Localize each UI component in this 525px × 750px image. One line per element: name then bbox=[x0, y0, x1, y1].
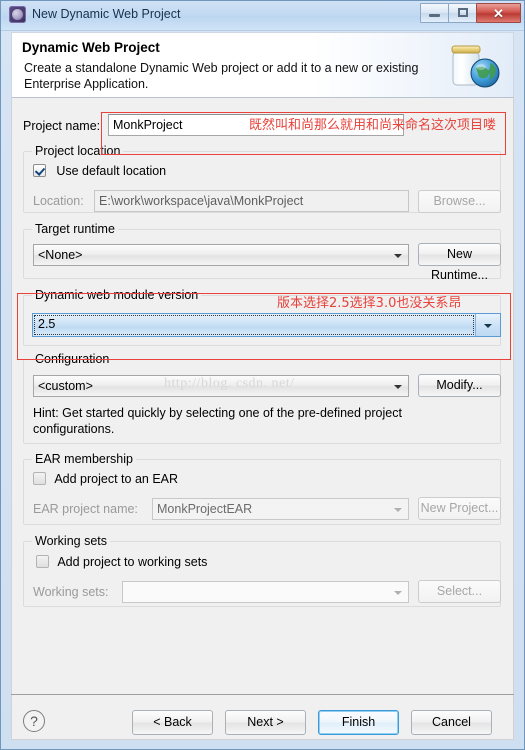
working-sets-label: Working sets: bbox=[33, 585, 109, 599]
watermark-text: http://blog. csdn. net/ bbox=[164, 376, 295, 391]
chevron-down-icon bbox=[394, 254, 402, 258]
working-sets-group-label: Working sets bbox=[32, 534, 111, 548]
checkbox-icon bbox=[33, 164, 46, 177]
wizard-body: Project name: Project location Use defau… bbox=[11, 98, 514, 706]
add-project-to-ear-label: Add project to an EAR bbox=[54, 472, 179, 486]
project-wizard-icon bbox=[9, 6, 26, 23]
page-description: Create a standalone Dynamic Web project … bbox=[24, 61, 419, 91]
checkbox-icon bbox=[33, 472, 46, 485]
maximize-button[interactable] bbox=[448, 3, 477, 23]
project-location-group-label: Project location bbox=[32, 144, 124, 158]
help-button[interactable]: ? bbox=[23, 710, 45, 732]
page-title: Dynamic Web Project bbox=[22, 40, 160, 55]
annotation-text-project-name: 既然叫和尚那么就用和尚来命名这次项目喽 bbox=[249, 118, 497, 133]
checkbox-icon bbox=[36, 555, 49, 568]
ear-project-name-value: MonkProjectEAR bbox=[157, 502, 253, 516]
close-icon: ✕ bbox=[493, 6, 504, 21]
add-project-to-working-sets-label: Add project to working sets bbox=[57, 555, 208, 569]
cancel-button[interactable]: Cancel bbox=[411, 710, 492, 735]
use-default-location-label: Use default location bbox=[56, 164, 167, 178]
wizard-header: Dynamic Web Project Create a standalone … bbox=[11, 32, 514, 98]
focus-ring bbox=[34, 315, 474, 335]
minimize-button[interactable] bbox=[420, 3, 449, 23]
target-runtime-group-label: Target runtime bbox=[32, 222, 118, 236]
module-version-group-label: Dynamic web module version bbox=[32, 288, 202, 302]
module-version-combo[interactable]: 2.5 bbox=[32, 313, 501, 337]
target-runtime-combo[interactable]: <None> bbox=[33, 244, 409, 266]
configuration-value: <custom> bbox=[38, 379, 93, 393]
chevron-down-icon bbox=[394, 591, 402, 595]
add-project-to-working-sets-checkbox[interactable]: Add project to working sets bbox=[36, 555, 207, 569]
select-button[interactable]: Select... bbox=[418, 580, 501, 603]
annotation-text-module-version: 版本选择2.5选择3.0也没关系昂 bbox=[277, 296, 462, 311]
new-project-button[interactable]: New Project... bbox=[418, 497, 501, 520]
back-button[interactable]: < Back bbox=[132, 710, 213, 735]
ear-project-name-combo[interactable]: MonkProjectEAR bbox=[152, 498, 409, 520]
ear-project-name-label: EAR project name: bbox=[33, 502, 138, 516]
new-runtime-button[interactable]: New Runtime... bbox=[418, 243, 501, 282]
project-name-label: Project name: bbox=[23, 119, 101, 133]
title-bar: New Dynamic Web Project ✕ bbox=[1, 1, 524, 31]
dialog-window: New Dynamic Web Project ✕ Dynamic Web Pr… bbox=[0, 0, 525, 750]
chevron-down-icon bbox=[394, 508, 402, 512]
window-controls: ✕ bbox=[420, 3, 521, 25]
next-button[interactable]: Next > bbox=[225, 710, 306, 735]
configuration-hint: Hint: Get started quickly by selecting o… bbox=[33, 406, 402, 436]
use-default-location-checkbox[interactable]: Use default location bbox=[33, 164, 166, 178]
window-title: New Dynamic Web Project bbox=[32, 7, 181, 21]
browse-button[interactable]: Browse... bbox=[418, 190, 501, 213]
configuration-group-label: Configuration bbox=[32, 352, 113, 366]
add-project-to-ear-checkbox[interactable]: Add project to an EAR bbox=[33, 472, 178, 486]
working-sets-combo[interactable] bbox=[122, 581, 409, 603]
modify-button[interactable]: Modify... bbox=[418, 374, 501, 397]
location-label: Location: bbox=[33, 194, 84, 208]
close-button[interactable]: ✕ bbox=[476, 3, 521, 23]
module-version-value: 2.5 bbox=[38, 317, 56, 331]
finish-button[interactable]: Finish bbox=[318, 710, 399, 735]
ear-membership-group-label: EAR membership bbox=[32, 452, 136, 466]
location-input[interactable] bbox=[94, 190, 409, 212]
chevron-down-icon bbox=[394, 385, 402, 389]
target-runtime-value: <None> bbox=[38, 248, 83, 262]
chevron-down-icon bbox=[484, 324, 492, 328]
jar-globe-icon bbox=[451, 45, 500, 88]
